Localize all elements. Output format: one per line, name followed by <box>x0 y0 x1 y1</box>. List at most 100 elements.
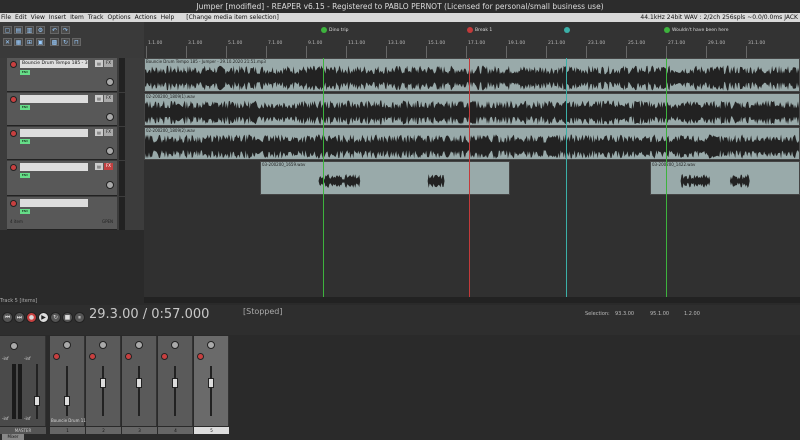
pan-knob-2[interactable] <box>106 113 114 121</box>
strip-fader-2[interactable] <box>100 378 106 388</box>
fx-button-3[interactable]: FX <box>104 129 113 136</box>
media-item-4[interactable]: 03-200200_1659.wav <box>260 161 510 195</box>
strip-number-2[interactable]: 2 <box>86 427 121 434</box>
fx-button-2[interactable]: FX <box>104 95 113 102</box>
record-arm-button-3[interactable] <box>10 130 17 137</box>
menu-help[interactable]: Help <box>161 13 175 22</box>
strip-rec-button-5[interactable] <box>197 353 204 360</box>
menu-edit[interactable]: Edit <box>15 13 27 22</box>
menu-options[interactable]: Options <box>108 13 131 22</box>
track-header-2[interactable]: ▤ FX ENV <box>7 93 117 126</box>
env-button-2[interactable]: ENV <box>20 105 30 110</box>
snap-icon[interactable]: ⊞ <box>25 38 34 46</box>
media-item-1[interactable]: Bouncie Drum Tempo 185 - Jumper - 29.10.… <box>144 58 800 92</box>
menu-item[interactable]: Item <box>70 13 84 22</box>
pan-knob-3[interactable] <box>106 147 114 155</box>
play-icon[interactable]: ▶ <box>38 312 49 323</box>
strip-number-1[interactable]: 1 <box>50 427 85 434</box>
strip-number-4[interactable]: 4 <box>158 427 193 434</box>
record-arm-button-1[interactable] <box>10 61 17 68</box>
new-project-icon[interactable]: ▢ <box>3 26 12 34</box>
io-button-2[interactable]: ▤ <box>95 95 103 102</box>
menu-actions[interactable]: Actions <box>135 13 157 22</box>
track-header-1[interactable]: Bouncie Drum Tempo 185 - 3:1 ▤ FX ENV <box>7 58 117 92</box>
strip-pan-knob-1[interactable] <box>63 341 71 349</box>
menu-view[interactable]: View <box>31 13 45 22</box>
redo-icon[interactable]: ↷ <box>61 26 70 34</box>
track-name-1[interactable]: Bouncie Drum Tempo 185 - 3:1 <box>20 60 88 68</box>
io-button-1[interactable]: ▤ <box>95 60 103 67</box>
mixer-tab[interactable]: Mixer <box>2 434 24 440</box>
strip-rec-button-2[interactable] <box>89 353 96 360</box>
go-to-end-icon[interactable]: ⏭ <box>14 312 25 323</box>
go-to-start-icon[interactable]: ⏮ <box>2 312 13 323</box>
grid-icon[interactable]: ▦ <box>14 38 23 46</box>
track-name-5[interactable] <box>20 199 88 207</box>
open-project-icon[interactable]: ▤ <box>14 26 23 34</box>
strip-rec-button-4[interactable] <box>161 353 168 360</box>
strip-pan-knob-2[interactable] <box>99 341 107 349</box>
menu-file[interactable]: File <box>1 13 11 22</box>
pan-knob-4[interactable] <box>106 181 114 189</box>
media-item-3[interactable]: 02-200200_1809(2).wav <box>144 127 800 160</box>
menu-insert[interactable]: Insert <box>49 13 66 22</box>
env-button-5[interactable]: ENV <box>20 209 30 214</box>
track-header-3[interactable]: ▤ FX ENV <box>7 127 117 160</box>
loop-icon[interactable]: ↻ <box>61 38 70 46</box>
lock-icon[interactable]: ▩ <box>50 38 59 46</box>
region-marker-3[interactable] <box>564 27 570 33</box>
envelope-icon[interactable]: ⊓ <box>72 38 81 46</box>
stop-icon[interactable]: ■ <box>62 312 73 323</box>
record-icon[interactable]: ● <box>26 312 37 323</box>
region-marker-4[interactable] <box>664 27 670 33</box>
track-name-2[interactable] <box>20 95 88 103</box>
pause-icon[interactable]: ⏸ <box>74 312 85 323</box>
strip-pan-knob-5[interactable] <box>207 341 215 349</box>
track-header-5[interactable]: ENV 4 item GPEN <box>7 197 117 230</box>
repeat-icon[interactable]: ↻ <box>50 312 61 323</box>
strip-number-5[interactable]: 5 <box>194 427 229 434</box>
strip-fader-3[interactable] <box>136 378 142 388</box>
timeline-ruler[interactable]: Dino trip Break 1 Wouldn't have been her… <box>144 22 800 58</box>
env-button-4[interactable]: ENV <box>20 173 30 178</box>
undo-icon[interactable]: ↶ <box>50 26 59 34</box>
master-pan-knob[interactable] <box>10 342 18 350</box>
strip-fader-1[interactable] <box>64 396 70 406</box>
selection-start[interactable]: 93.3.00 <box>615 311 634 317</box>
env-button-3[interactable]: ENV <box>20 139 30 144</box>
arrange-view[interactable]: Bouncie Drum Tempo 185 - Jumper - 29.10.… <box>144 58 800 300</box>
record-arm-button-4[interactable] <box>10 164 17 171</box>
record-arm-button-2[interactable] <box>10 96 17 103</box>
master-fader[interactable] <box>34 396 40 406</box>
strip-pan-knob-4[interactable] <box>171 341 179 349</box>
strip-fader-4[interactable] <box>172 378 178 388</box>
menu-track[interactable]: Track <box>88 13 104 22</box>
fx-button-1[interactable]: FX <box>104 60 113 67</box>
metronome-icon[interactable]: ✕ <box>3 38 12 46</box>
record-arm-button-5[interactable] <box>10 200 17 207</box>
ripple-icon[interactable]: ▣ <box>36 38 45 46</box>
track-name-4[interactable] <box>20 163 88 171</box>
fx-button-4[interactable]: FX <box>104 163 113 170</box>
selection-end[interactable]: 95.1.00 <box>650 311 669 317</box>
strip-fader-5[interactable] <box>208 378 214 388</box>
region-marker-1[interactable] <box>321 27 327 33</box>
pan-knob-1[interactable] <box>106 78 114 86</box>
horizontal-scrollbar[interactable] <box>144 297 800 303</box>
io-button-3[interactable]: ▤ <box>95 129 103 136</box>
track-header-4[interactable]: ▤ FX ENV <box>7 161 117 196</box>
media-item-5[interactable]: 03-200200_1422.wav <box>650 161 800 195</box>
media-item-2[interactable]: 02-200200_1809(1).wav <box>144 93 800 126</box>
strip-pan-knob-3[interactable] <box>135 341 143 349</box>
region-marker-2[interactable] <box>467 27 473 33</box>
settings-icon[interactable]: ⚙ <box>36 26 45 34</box>
strip-rec-button-1[interactable] <box>53 353 60 360</box>
io-button-4[interactable]: ▤ <box>95 163 103 170</box>
ruler-tick-label: 17.1.00 <box>468 41 486 46</box>
selection-length[interactable]: 1.2.00 <box>684 311 700 317</box>
env-button-1[interactable]: ENV <box>20 70 30 75</box>
strip-number-3[interactable]: 3 <box>122 427 157 434</box>
save-project-icon[interactable]: ▥ <box>25 26 34 34</box>
track-name-3[interactable] <box>20 129 88 137</box>
strip-rec-button-3[interactable] <box>125 353 132 360</box>
